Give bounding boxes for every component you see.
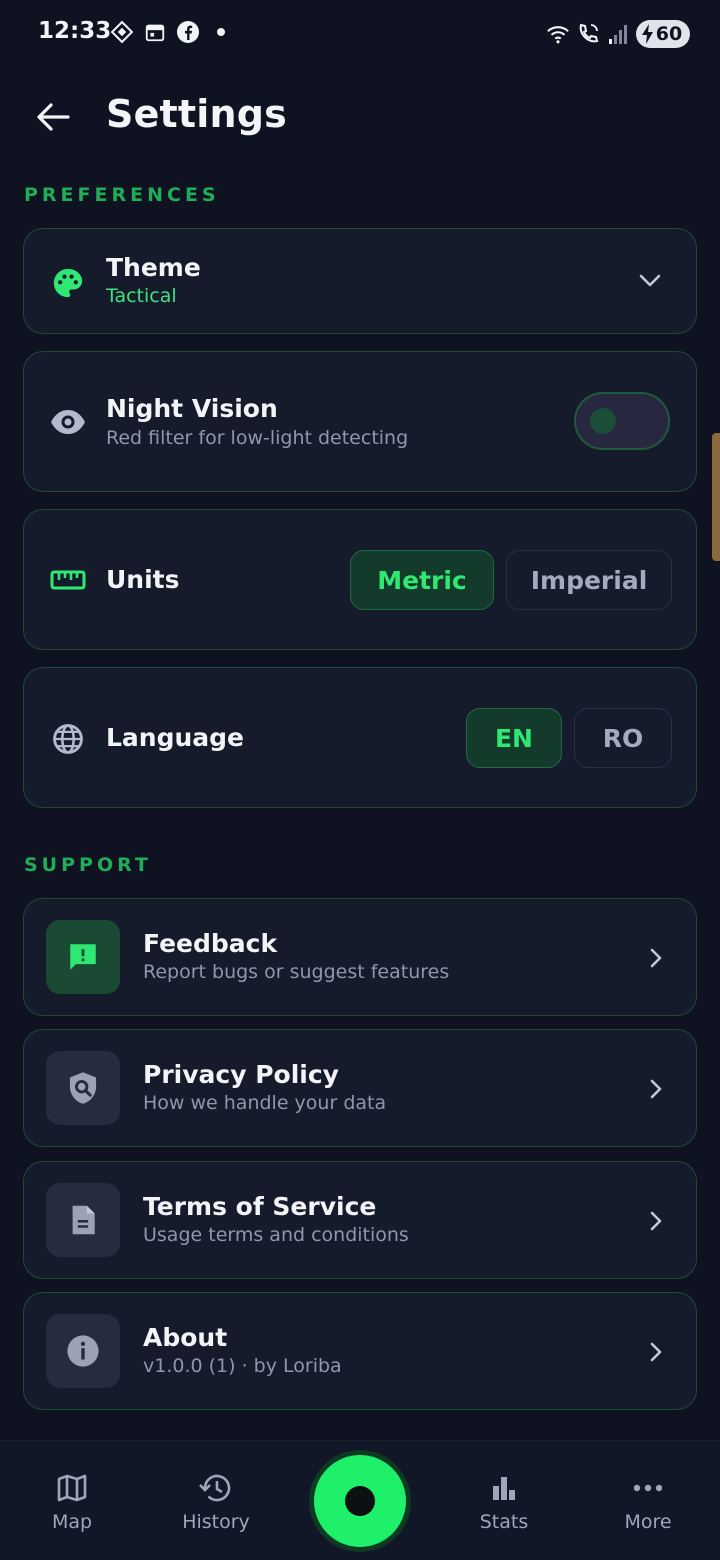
nav-label-history: History: [182, 1511, 250, 1533]
units-setting: Units Metric Imperial: [23, 509, 697, 650]
privacy-shield-icon: [69, 1072, 97, 1104]
section-label-support: SUPPORT: [24, 854, 152, 876]
language-setting: Language EN RO: [23, 667, 697, 808]
language-ro-button[interactable]: RO: [574, 708, 672, 768]
terms-icon-box: [46, 1183, 120, 1257]
nav-item-history[interactable]: History: [161, 1471, 271, 1533]
record-button[interactable]: [309, 1450, 411, 1552]
back-button[interactable]: [30, 96, 76, 138]
ruler-icon: [50, 568, 86, 592]
history-icon: [161, 1471, 271, 1505]
terms-title: Terms of Service: [143, 1192, 377, 1221]
privacy-policy-item[interactable]: Privacy Policy How we handle your data: [23, 1029, 697, 1147]
wifi-calling-icon: [576, 22, 600, 46]
battery-level: 60: [655, 23, 683, 45]
nav-label-stats: Stats: [479, 1511, 529, 1533]
arrow-left-icon: [37, 103, 70, 131]
nav-label-map: Map: [51, 1511, 93, 1533]
palette-icon: [50, 265, 86, 301]
app-notification-icon: [110, 20, 134, 44]
stats-icon: [449, 1471, 559, 1505]
terms-subtitle: Usage terms and conditions: [143, 1224, 409, 1246]
privacy-icon-box: [46, 1051, 120, 1125]
language-en-button[interactable]: EN: [466, 708, 562, 768]
feedback-icon: [70, 944, 96, 970]
chevron-right-icon: [644, 1340, 668, 1364]
more-icon: [593, 1471, 703, 1505]
theme-title: Theme: [106, 253, 201, 282]
nav-label-more: More: [624, 1511, 672, 1533]
units-imperial-button[interactable]: Imperial: [506, 550, 672, 610]
signal-icon: [606, 22, 630, 46]
battery-indicator: 60: [636, 20, 690, 48]
language-title: Language: [106, 723, 245, 752]
chevron-right-icon: [644, 946, 668, 970]
terms-of-service-item[interactable]: Terms of Service Usage terms and conditi…: [23, 1161, 697, 1279]
status-time: 12:33: [38, 18, 112, 44]
theme-selector[interactable]: Theme Tactical: [23, 228, 697, 334]
toggle-knob: [590, 408, 616, 434]
nav-item-more[interactable]: More: [593, 1471, 703, 1533]
units-title: Units: [106, 565, 180, 594]
night-vision-subtitle: Red filter for low-light detecting: [106, 427, 409, 449]
nav-item-map[interactable]: Map: [17, 1471, 127, 1533]
chevron-right-icon: [644, 1077, 668, 1101]
night-vision-title: Night Vision: [106, 394, 278, 423]
wifi-icon: [546, 22, 570, 46]
theme-value: Tactical: [106, 285, 177, 307]
map-icon: [17, 1471, 127, 1505]
status-notification-icons: [110, 20, 233, 44]
units-metric-button[interactable]: Metric: [350, 550, 494, 610]
privacy-policy-title: Privacy Policy: [143, 1060, 339, 1089]
section-label-preferences: PREFERENCES: [24, 184, 220, 206]
feedback-subtitle: Report bugs or suggest features: [143, 961, 450, 983]
status-system-icons: 60: [546, 20, 690, 48]
document-icon: [72, 1205, 95, 1235]
feedback-item[interactable]: Feedback Report bugs or suggest features: [23, 898, 697, 1016]
edge-panel-handle[interactable]: [712, 433, 720, 561]
calendar-icon: [143, 20, 167, 44]
privacy-policy-subtitle: How we handle your data: [143, 1092, 387, 1114]
page-title: Settings: [106, 92, 287, 136]
night-vision-setting: Night Vision Red filter for low-light de…: [23, 351, 697, 492]
night-vision-toggle[interactable]: [574, 392, 670, 450]
charging-bolt-icon: [642, 24, 653, 44]
facebook-icon: [176, 20, 200, 44]
about-item[interactable]: About v1.0.0 (1) · by Loriba: [23, 1292, 697, 1410]
info-icon: [67, 1335, 99, 1367]
status-bar: 12:33 60: [0, 0, 720, 68]
app-header: Settings: [0, 80, 720, 154]
feedback-title: Feedback: [143, 929, 278, 958]
dot-icon: [209, 20, 233, 44]
about-icon-box: [46, 1314, 120, 1388]
feedback-icon-box: [46, 920, 120, 994]
eye-icon: [50, 406, 86, 438]
chevron-down-icon: [638, 269, 662, 293]
nav-item-stats[interactable]: Stats: [449, 1471, 559, 1533]
chevron-right-icon: [644, 1209, 668, 1233]
record-dot-icon: [345, 1486, 375, 1516]
about-title: About: [143, 1323, 228, 1352]
globe-icon: [50, 722, 86, 756]
about-subtitle: v1.0.0 (1) · by Loriba: [143, 1355, 342, 1377]
